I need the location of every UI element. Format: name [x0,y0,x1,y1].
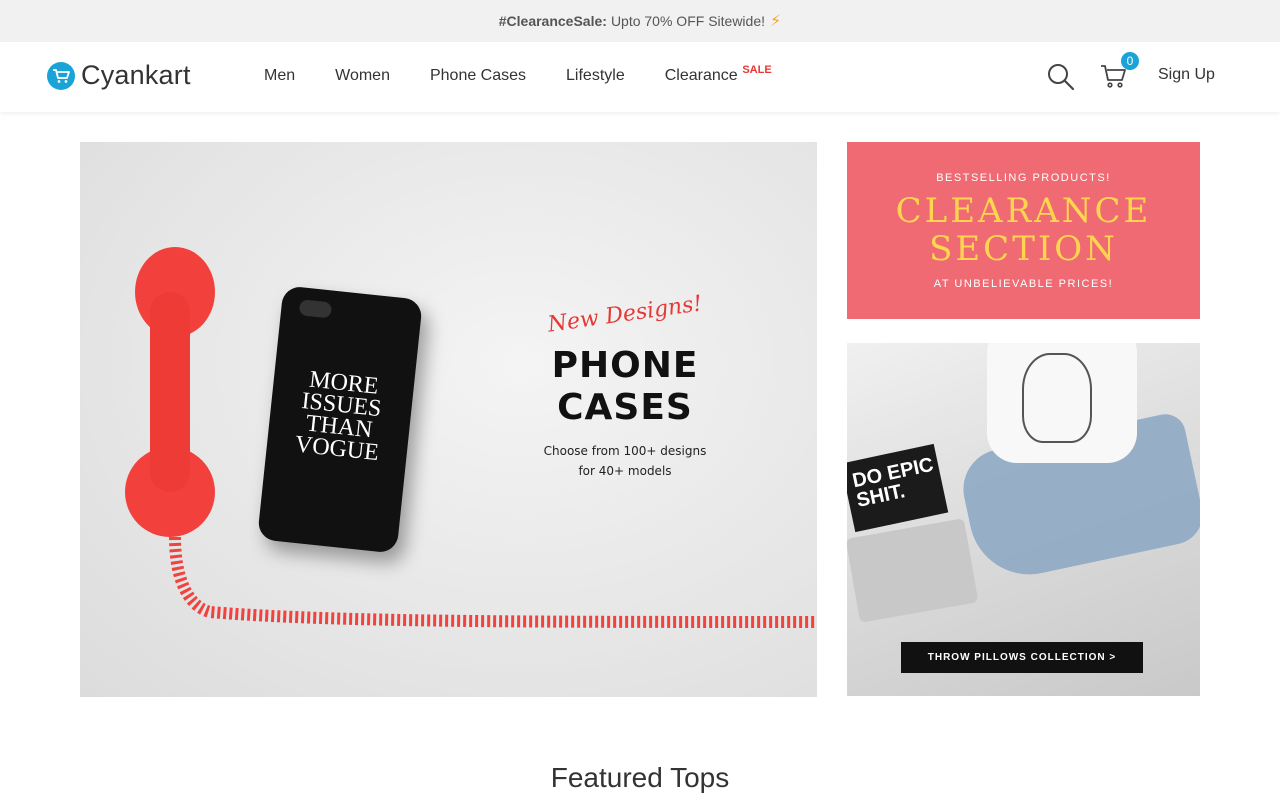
hero-banner-phone-cases[interactable]: MORE ISSUES THAN VOGUE New Designs! PHON… [80,142,817,697]
clearance-bottom-text: AT UNBELIEVABLE PRICES! [933,278,1114,290]
clearance-top-text: BESTSELLING PRODUCTS! [936,172,1111,184]
pillow-image: DO EPIC SHIT. [847,443,949,533]
lightning-icon: ⚡ [770,13,782,30]
brand-logo[interactable]: Cyankart [47,60,191,91]
nav-phone-cases[interactable]: Phone Cases [430,66,526,86]
brand-name: Cyankart [81,60,191,90]
hero-copy: New Designs! PHONE CASES Choose from 100… [520,291,730,481]
signup-link[interactable]: Sign Up [1158,66,1215,84]
clearance-title: CLEARANCE SECTION [895,191,1152,269]
nav-women[interactable]: Women [335,66,390,86]
hero-title: PHONE CASES [551,345,699,428]
throw-pillows-cta[interactable]: THROW PILLOWS COLLECTION > [901,642,1143,673]
cart-logo-icon [47,61,75,90]
cart-count-badge: 0 [1121,52,1139,70]
case-print-text: MORE ISSUES THAN VOGUE [293,366,383,467]
clearance-promo-banner[interactable]: BESTSELLING PRODUCTS! CLEARANCE SECTION … [847,142,1200,319]
featured-tops-heading: Featured Tops [550,762,730,793]
throw-pillows-promo-banner[interactable]: DO EPIC SHIT. THROW PILLOWS COLLECTION > [847,343,1200,696]
nav-lifestyle[interactable]: Lifestyle [566,66,625,86]
sale-badge: SALE [742,64,772,76]
hero-subtitle: Choose from 100+ designs for 40+ models [543,444,707,478]
site-header: Cyankart Men Women Phone Cases Lifestyle… [0,42,1280,112]
nav-clearance[interactable]: Clearance SALE [665,64,772,86]
skull-print-image [1022,353,1092,443]
phone-case-image: MORE ISSUES THAN VOGUE [257,285,423,554]
announcement-hashtag: #ClearanceSale: [498,13,607,29]
main-nav: Men Women Phone Cases Lifestyle Clearanc… [264,64,778,86]
nav-men[interactable]: Men [264,66,295,86]
announcement-message: Upto 70% OFF Sitewide! [610,13,765,29]
laptop-image [847,518,979,623]
announcement-bar: #ClearanceSale: Upto 70% OFF Sitewide! ⚡ [0,0,1280,42]
search-icon[interactable] [1046,62,1076,92]
